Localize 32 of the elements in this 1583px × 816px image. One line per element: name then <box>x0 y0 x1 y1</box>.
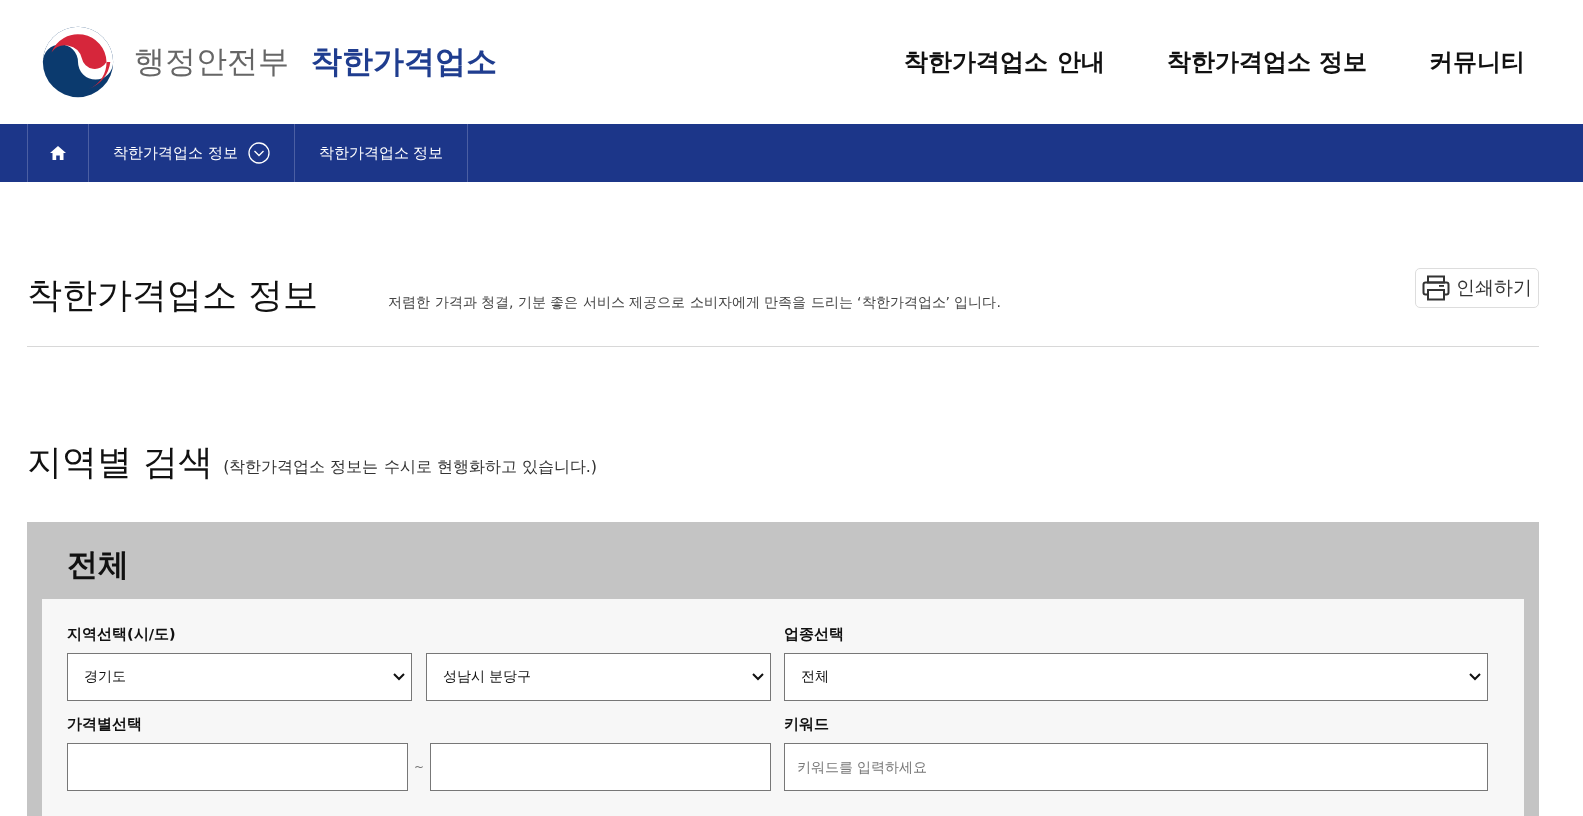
select-field[interactable]: 전체 <box>784 652 1488 701</box>
breadcrumb-item[interactable]: 착한가격업소 정보 <box>89 124 295 182</box>
select-field[interactable]: 경기도 <box>67 652 412 701</box>
range-separator: ~ <box>413 759 425 774</box>
caret-icon <box>393 672 405 681</box>
section-note: (착한가격업소 정보는 수시로 현행화하고 있습니다.) <box>223 456 598 478</box>
nav-menu-item[interactable]: 착한가격업소 정보 <box>1166 46 1367 78</box>
page-title: 착한가격업소 정보 <box>27 274 319 316</box>
caret-icon <box>1469 672 1481 681</box>
field-label: 업종선택 <box>784 624 845 644</box>
field-label: 키워드 <box>784 714 830 734</box>
panel-title: 전체 <box>66 544 130 584</box>
input-field[interactable] <box>67 742 408 791</box>
home-icon <box>49 145 67 161</box>
section-title: 지역별 검색 <box>27 443 214 482</box>
input-field[interactable]: 키워드를 입력하세요 <box>784 742 1488 791</box>
input-field[interactable] <box>430 742 771 791</box>
field-label: 지역선택(시/도) <box>67 624 177 644</box>
nav-menu-item[interactable]: 착한가격업소 안내 <box>904 46 1105 78</box>
brand-logo-text: 착한가격업소 <box>311 42 497 81</box>
emblem-icon <box>40 24 116 100</box>
breadcrumb-item[interactable]: 착한가격업소 정보 <box>294 124 469 182</box>
caret-icon <box>752 672 764 681</box>
nav-menu-item[interactable]: 커뮤니티 <box>1429 46 1525 78</box>
printer-icon <box>1422 275 1450 301</box>
home-button[interactable] <box>27 124 89 182</box>
select-field[interactable]: 성남시 분당구 <box>426 652 771 701</box>
ministry-name: 행정안전부 <box>134 42 289 81</box>
chevron-down-icon <box>247 142 270 164</box>
page-description: 저렴한 가격과 청결, 기분 좋은 서비스 제공으로 소비자에게 만족을 드리는 ‘착한가격업소’ 입니다. <box>388 294 1001 312</box>
field-label: 가격별선택 <box>67 714 143 734</box>
print-button[interactable]: 인쇄하기 <box>1415 268 1539 308</box>
